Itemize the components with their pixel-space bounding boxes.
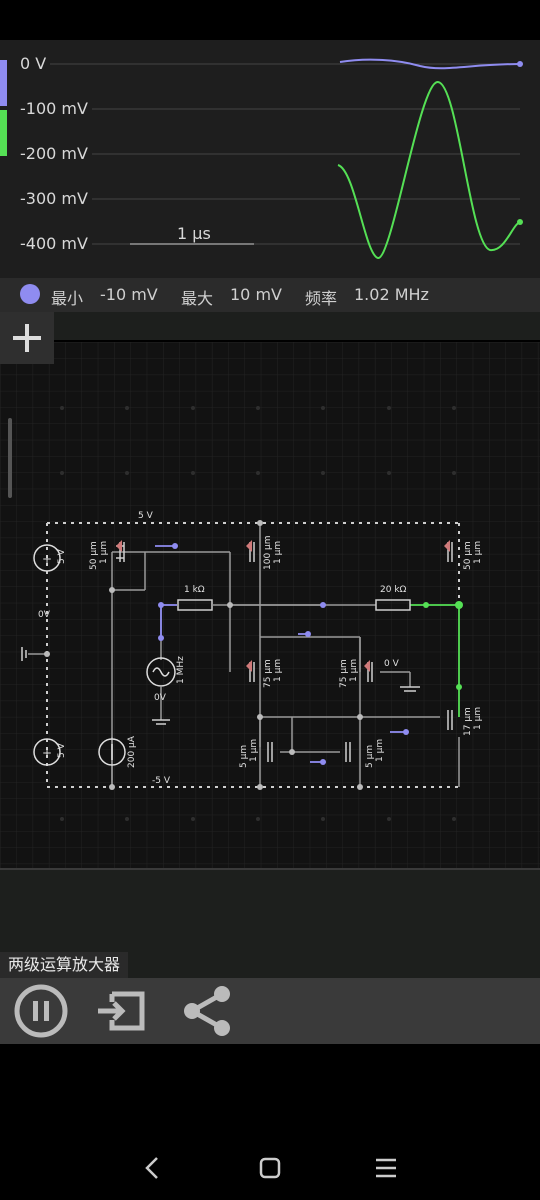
share-button[interactable]: [178, 982, 236, 1040]
circuit-schematic: + + 5 V 5 V 0V 5 V 200 μA -5 V 1 kΩ 20 k…: [0, 342, 540, 868]
bottom-toolbar: [0, 978, 540, 1044]
label-m7-w: 5 μm: [239, 745, 249, 768]
label-m6-l: 1 μm: [473, 707, 483, 730]
measurement-bar: 最小 -10 mV 最大 10 mV 频率 1.02 MHz: [0, 278, 540, 312]
label-m5-l: 1 μm: [349, 659, 359, 682]
label-isrc: 200 μA: [127, 735, 137, 768]
share-icon: [184, 986, 230, 1036]
back-icon: [145, 1157, 158, 1179]
oscilloscope-panel[interactable]: 0 V -100 mV -200 mV -300 mV -400 mV 1 μs: [0, 40, 540, 278]
y-label-4: -400 mV: [20, 234, 88, 253]
y-label-3: -300 mV: [20, 189, 88, 208]
y-label-1: -100 mV: [20, 99, 88, 118]
label-m2-l: 1 μm: [273, 541, 283, 564]
label-m4-l: 1 μm: [273, 659, 283, 682]
voltage-trace-end: [517, 61, 523, 67]
pause-button[interactable]: [12, 982, 70, 1040]
label-m8-l: 1 μm: [375, 739, 385, 762]
menu-icon: [376, 1158, 396, 1178]
trace-color-dot[interactable]: [20, 284, 40, 304]
label-vss: -5 V: [152, 776, 171, 786]
voltage-trace-marker: [0, 60, 7, 106]
back-button[interactable]: [133, 1148, 173, 1188]
export-button[interactable]: [94, 982, 152, 1040]
canvas-scrollbar[interactable]: [8, 418, 12, 498]
label-m3-w: 50 μm: [463, 541, 473, 570]
freq-label: 频率: [305, 289, 338, 308]
circuit-title: 两级运算放大器: [0, 952, 129, 978]
home-button[interactable]: [250, 1148, 290, 1188]
label-m5-w: 75 μm: [339, 659, 349, 688]
min-value: -10 mV: [100, 285, 158, 304]
current-trace-marker: [0, 110, 7, 156]
home-icon: [259, 1157, 281, 1179]
label-m1-l: 1 μm: [99, 541, 109, 564]
max-value: 10 mV: [230, 285, 282, 304]
freq-value: 1.02 MHz: [354, 285, 429, 304]
scope-divider: [0, 312, 540, 340]
label-ac-dc: 0V: [154, 693, 167, 703]
label-vdd-src: 5 V: [57, 548, 67, 564]
label-m6-w: 17 μm: [463, 707, 473, 736]
label-m4-w: 75 μm: [263, 659, 273, 688]
system-nav-bar: [0, 1130, 540, 1200]
label-r2: 20 kΩ: [380, 585, 407, 595]
label-ac-src: 1 MHz: [176, 656, 186, 684]
label-m8-w: 5 μm: [365, 745, 375, 768]
label-in-neg: 0 V: [384, 659, 400, 669]
label-vdd: 5 V: [138, 511, 154, 521]
current-trace: [337, 80, 521, 260]
y-label-0: 0 V: [20, 54, 47, 73]
time-scale-label: 1 μs: [177, 224, 211, 243]
circuit-canvas[interactable]: + + 5 V 5 V 0V 5 V 200 μA -5 V 1 kΩ 20 k…: [0, 342, 540, 868]
label-r1: 1 kΩ: [184, 585, 205, 595]
svg-text:+: +: [42, 746, 52, 760]
plus-icon: [13, 324, 41, 352]
export-icon: [98, 991, 145, 1031]
label-gnd-ref: 0V: [38, 610, 51, 620]
menu-button[interactable]: [366, 1148, 406, 1188]
current-trace-end: [517, 219, 523, 225]
add-component-button[interactable]: [0, 312, 54, 364]
svg-text:+: +: [42, 552, 52, 566]
pause-icon: [14, 984, 68, 1038]
label-vss-src: 5 V: [57, 742, 67, 758]
min-label: 最小: [51, 289, 84, 308]
max-label: 最大: [181, 289, 214, 308]
y-label-2: -200 mV: [20, 144, 88, 163]
label-m1-w: 50 μm: [89, 541, 99, 570]
label-m2-w: 100 μm: [263, 535, 273, 570]
label-m7-l: 1 μm: [249, 739, 259, 762]
label-m3-l: 1 μm: [473, 541, 483, 564]
